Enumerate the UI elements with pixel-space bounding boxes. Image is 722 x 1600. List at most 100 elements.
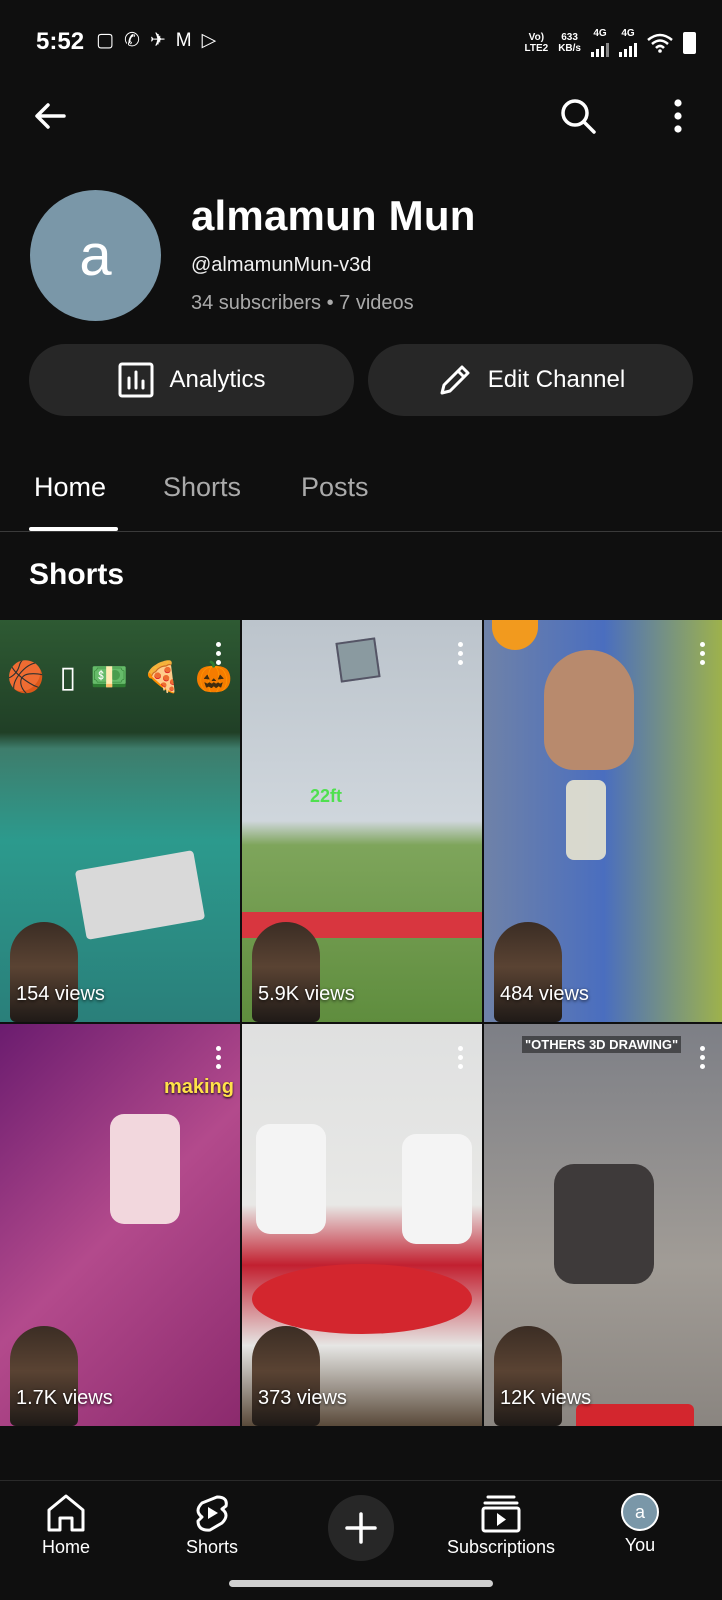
tab-posts[interactable]: Posts xyxy=(301,472,369,503)
channel-tabs: Home Shorts Posts xyxy=(0,450,722,532)
short-thumbnail[interactable]: 373 views xyxy=(242,1024,482,1426)
analytics-label: Analytics xyxy=(169,366,266,393)
man-head-shape xyxy=(544,650,634,770)
short-thumbnail[interactable]: 🏀 ▯ 💵 🍕 🎃 154 views xyxy=(0,620,240,1022)
notification-icons: ▢ ✆ ✈ M ▷ xyxy=(96,30,216,52)
create-button[interactable] xyxy=(328,1495,394,1561)
lte-label: LTE2 xyxy=(524,42,549,54)
channel-handle: @almamunMun-v3d xyxy=(191,254,372,276)
channel-name: almamun Mun xyxy=(191,192,476,239)
red-banner-shape xyxy=(576,1404,694,1426)
edit-channel-button[interactable]: Edit Channel xyxy=(368,344,693,416)
shorts-icon xyxy=(196,1495,228,1532)
view-count: 5.9K views xyxy=(258,983,355,1005)
channel-avatar[interactable]: a xyxy=(30,190,161,321)
signal-icon xyxy=(619,39,637,57)
nav-subscriptions[interactable]: Subscriptions xyxy=(447,1493,555,1558)
more-vert-icon[interactable] xyxy=(456,642,464,665)
tab-home[interactable]: Home xyxy=(34,472,106,503)
battery-icon xyxy=(683,31,696,54)
volte-label: Vo) xyxy=(528,31,545,43)
overlay-text: "OTHERS 3D DRAWING" xyxy=(522,1036,682,1053)
view-count: 1.7K views xyxy=(16,1387,113,1409)
shorts-grid: 🏀 ▯ 💵 🍕 🎃 154 views 22ft 5.9K views 484 … xyxy=(0,620,722,1426)
airplane-icon: ✈ xyxy=(149,30,166,51)
top-app-bar xyxy=(0,84,722,148)
status-time: 5:52 xyxy=(36,28,85,55)
speed-unit: KB/s xyxy=(558,42,581,54)
volte-indicator: Vo) LTE2 xyxy=(524,32,548,54)
nav-you-label: You xyxy=(624,1535,656,1555)
search-button[interactable] xyxy=(554,92,602,140)
subscriptions-icon xyxy=(481,1495,521,1533)
nav-home[interactable]: Home xyxy=(42,1493,90,1558)
more-vert-icon xyxy=(674,99,682,133)
view-count: 12K views xyxy=(500,1387,592,1409)
short-thumbnail[interactable]: making 1.7K views xyxy=(0,1024,240,1426)
short-thumbnail[interactable]: "OTHERS 3D DRAWING" 12K views xyxy=(484,1024,722,1426)
short-thumbnail[interactable]: 22ft 5.9K views xyxy=(242,620,482,1022)
emoji-row: 🏀 ▯ 💵 🍕 🎃 xyxy=(0,660,240,695)
nav-subscriptions-label: Subscriptions xyxy=(447,1537,556,1557)
cube-shape xyxy=(335,637,381,683)
more-vert-icon[interactable] xyxy=(698,1046,706,1069)
person-right-shape xyxy=(402,1134,472,1244)
nav-shorts-label: Shorts xyxy=(186,1537,239,1557)
creator-face xyxy=(494,1326,562,1426)
overlay-text: 22ft xyxy=(310,786,343,806)
network-speed: 633 KB/s xyxy=(558,32,581,54)
status-bar: 5:52 ▢ ✆ ✈ M ▷ Vo) LTE2 633 KB/s 4G 4G xyxy=(0,0,722,84)
view-count: 154 views xyxy=(16,983,105,1005)
creator-face xyxy=(252,1326,320,1426)
analytics-button[interactable]: Analytics xyxy=(29,344,354,416)
pencil-icon xyxy=(436,361,474,399)
fridge-icon: ▯ xyxy=(59,661,77,694)
creator-face xyxy=(252,922,320,1022)
more-vert-icon[interactable] xyxy=(698,642,706,665)
sim1-signal: 4G xyxy=(591,28,609,57)
plus-icon xyxy=(345,1512,377,1544)
speed-value: 633 xyxy=(561,31,578,43)
play-store-icon: ▷ xyxy=(201,30,217,51)
money-icon: 💵 xyxy=(90,661,129,694)
more-options-button[interactable] xyxy=(654,92,702,140)
fridge-shape xyxy=(74,850,206,940)
basketball-icon: 🏀 xyxy=(7,661,45,694)
wifi-icon xyxy=(647,33,673,53)
tab-shorts[interactable]: Shorts xyxy=(163,472,241,503)
more-vert-icon[interactable] xyxy=(456,1046,464,1069)
overlay-text: making xyxy=(163,1076,234,1098)
gmail-icon: M xyxy=(175,30,192,51)
person-left-shape xyxy=(256,1124,326,1234)
home-icon xyxy=(47,1494,85,1532)
back-button[interactable] xyxy=(26,92,74,140)
edit-channel-label: Edit Channel xyxy=(487,366,626,393)
channel-meta[interactable]: 34 subscribers • 7 videos xyxy=(191,292,414,315)
search-icon xyxy=(561,99,596,134)
system-icons: Vo) LTE2 633 KB/s 4G 4G xyxy=(524,28,696,57)
nav-shorts[interactable]: Shorts xyxy=(186,1493,238,1558)
glass-shape xyxy=(566,780,606,860)
nav-you[interactable]: a You xyxy=(621,1493,659,1556)
climber-shape xyxy=(110,1114,180,1224)
phone-app-icon: ✆ xyxy=(123,30,140,51)
view-count: 373 views xyxy=(258,1387,347,1409)
creator-face xyxy=(494,922,562,1022)
red-bowl-shape xyxy=(252,1264,472,1334)
section-title: Shorts xyxy=(29,558,125,591)
creator-face xyxy=(10,1326,78,1426)
sim1-label: 4G xyxy=(593,28,607,39)
creator-face xyxy=(10,922,78,1022)
sim2-label: 4G xyxy=(621,28,635,39)
analytics-icon xyxy=(117,361,155,399)
home-indicator[interactable] xyxy=(229,1580,493,1587)
screen-icon: ▢ xyxy=(96,30,114,51)
sim2-signal: 4G xyxy=(619,28,637,57)
more-vert-icon[interactable] xyxy=(214,1046,222,1069)
hole-shape xyxy=(554,1164,654,1284)
short-thumbnail[interactable]: 484 views xyxy=(484,620,722,1022)
pumpkin-icon: 🎃 xyxy=(195,661,233,694)
more-vert-icon[interactable] xyxy=(214,642,222,665)
back-arrow-icon xyxy=(35,103,66,129)
signal-icon xyxy=(591,39,609,57)
